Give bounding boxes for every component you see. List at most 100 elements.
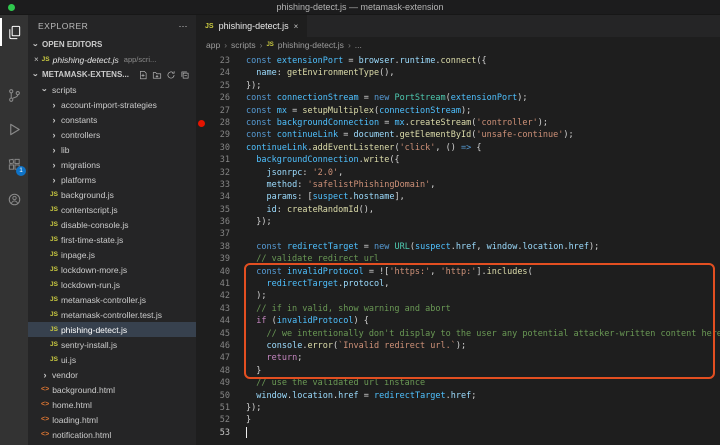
code-line-37[interactable]: 37 bbox=[196, 228, 720, 240]
chevron-right-icon[interactable]: › bbox=[50, 176, 58, 184]
code-line-25[interactable]: 25}); bbox=[196, 80, 720, 92]
new-file-icon[interactable] bbox=[138, 70, 148, 80]
code-line-26[interactable]: 26const connectionStream = new PortStrea… bbox=[196, 92, 720, 104]
tree-file-background.js[interactable]: JSbackground.js bbox=[28, 187, 196, 202]
breakpoint-gutter[interactable] bbox=[196, 67, 206, 79]
window-traffic-light-green[interactable] bbox=[8, 4, 15, 11]
breadcrumb-item[interactable]: app bbox=[206, 40, 220, 50]
tree-folder-scripts[interactable]: ›scripts bbox=[28, 82, 196, 97]
account-icon[interactable] bbox=[0, 185, 28, 213]
tree-file-sentry-install.js[interactable]: JSsentry-install.js bbox=[28, 337, 196, 352]
tree-file-first-time-state.js[interactable]: JSfirst-time-state.js bbox=[28, 232, 196, 247]
code-line-34[interactable]: 34 params: [suspect.hostname], bbox=[196, 191, 720, 203]
code-line-23[interactable]: 23const extensionPort = browser.runtime.… bbox=[196, 55, 720, 67]
code-area[interactable]: 23const extensionPort = browser.runtime.… bbox=[196, 53, 720, 445]
chevron-right-icon[interactable]: › bbox=[50, 101, 58, 109]
breakpoint-gutter[interactable] bbox=[196, 92, 206, 104]
breadcrumb-item[interactable]: scripts bbox=[231, 40, 256, 50]
breakpoint-gutter[interactable] bbox=[196, 365, 206, 377]
breakpoint-gutter[interactable] bbox=[196, 340, 206, 352]
code-line-38[interactable]: 38 const redirectTarget = new URL(suspec… bbox=[196, 241, 720, 253]
breakpoint-gutter[interactable] bbox=[196, 241, 206, 253]
breakpoint-gutter[interactable] bbox=[196, 179, 206, 191]
code-line-43[interactable]: 43 // if in valid, show warning and abor… bbox=[196, 303, 720, 315]
breakpoint-gutter[interactable] bbox=[196, 402, 206, 414]
breakpoint-gutter[interactable] bbox=[196, 55, 206, 67]
breadcrumb-item[interactable]: ... bbox=[355, 40, 362, 50]
code-line-53[interactable]: 53 bbox=[196, 427, 720, 439]
breakpoint-gutter[interactable] bbox=[196, 303, 206, 315]
breakpoint-gutter[interactable] bbox=[196, 216, 206, 228]
chevron-right-icon[interactable]: › bbox=[41, 371, 49, 379]
close-icon[interactable]: × bbox=[294, 22, 299, 31]
code-line-32[interactable]: 32 jsonrpc: '2.0', bbox=[196, 167, 720, 179]
code-line-42[interactable]: 42 ); bbox=[196, 290, 720, 302]
breakpoint-gutter[interactable] bbox=[196, 228, 206, 240]
breakpoint-gutter[interactable] bbox=[196, 129, 206, 141]
breakpoint-gutter[interactable] bbox=[196, 154, 206, 166]
tree-file-disable-console.js[interactable]: JSdisable-console.js bbox=[28, 217, 196, 232]
code-line-31[interactable]: 31 backgroundConnection.write({ bbox=[196, 154, 720, 166]
tree-folder-constants[interactable]: ›constants bbox=[28, 112, 196, 127]
breakpoint-gutter[interactable] bbox=[196, 253, 206, 265]
breakpoint-gutter[interactable] bbox=[196, 105, 206, 117]
chevron-right-icon[interactable]: › bbox=[50, 116, 58, 124]
tree-folder-lib[interactable]: ›lib bbox=[28, 142, 196, 157]
tree-file-notification.html[interactable]: <>notification.html bbox=[28, 427, 196, 442]
tree-folder-vendor[interactable]: ›vendor bbox=[28, 367, 196, 382]
tree-file-contentscript.js[interactable]: JScontentscript.js bbox=[28, 202, 196, 217]
breakpoint-gutter[interactable] bbox=[196, 204, 206, 216]
code-line-48[interactable]: 48 } bbox=[196, 365, 720, 377]
chevron-right-icon[interactable]: › bbox=[50, 146, 58, 154]
chevron-right-icon[interactable]: › bbox=[50, 161, 58, 169]
open-editors-section[interactable]: › OPEN EDITORS bbox=[28, 37, 196, 52]
breakpoint-gutter[interactable] bbox=[196, 328, 206, 340]
code-line-39[interactable]: 39 // validate redirect url bbox=[196, 253, 720, 265]
code-line-49[interactable]: 49 // use the validated url instance bbox=[196, 377, 720, 389]
breakpoint-gutter[interactable] bbox=[196, 414, 206, 426]
tree-folder-migrations[interactable]: ›migrations bbox=[28, 157, 196, 172]
extensions-icon[interactable]: 1 bbox=[0, 150, 28, 178]
code-line-52[interactable]: 52} bbox=[196, 414, 720, 426]
code-line-24[interactable]: 24 name: getEnvironmentType(), bbox=[196, 67, 720, 79]
tree-folder-account-import-strategies[interactable]: ›account-import-strategies bbox=[28, 97, 196, 112]
code-line-46[interactable]: 46 console.error(`Invalid redirect url.`… bbox=[196, 340, 720, 352]
source-control-icon[interactable] bbox=[0, 81, 28, 109]
code-line-29[interactable]: 29const continueLink = document.getEleme… bbox=[196, 129, 720, 141]
tree-file-background.html[interactable]: <>background.html bbox=[28, 382, 196, 397]
breakpoint-gutter[interactable] bbox=[196, 390, 206, 402]
close-icon[interactable]: × bbox=[34, 55, 39, 64]
breakpoint-gutter[interactable] bbox=[196, 315, 206, 327]
breakpoint-gutter[interactable] bbox=[196, 142, 206, 154]
breakpoint-gutter[interactable] bbox=[196, 278, 206, 290]
breakpoint-gutter[interactable] bbox=[196, 191, 206, 203]
new-folder-icon[interactable] bbox=[152, 70, 162, 80]
code-line-30[interactable]: 30continueLink.addEventListener('click',… bbox=[196, 142, 720, 154]
code-line-51[interactable]: 51}); bbox=[196, 402, 720, 414]
tree-file-inpage.js[interactable]: JSinpage.js bbox=[28, 247, 196, 262]
run-debug-icon[interactable] bbox=[0, 115, 28, 143]
code-line-35[interactable]: 35 id: createRandomId(), bbox=[196, 204, 720, 216]
refresh-icon[interactable] bbox=[166, 70, 176, 80]
tree-file-lockdown-more.js[interactable]: JSlockdown-more.js bbox=[28, 262, 196, 277]
chevron-right-icon[interactable]: › bbox=[50, 131, 58, 139]
chevron-down-icon[interactable]: › bbox=[41, 86, 49, 94]
tree-folder-platforms[interactable]: ›platforms bbox=[28, 172, 196, 187]
code-line-47[interactable]: 47 return; bbox=[196, 352, 720, 364]
tree-file-metamask-controller.test.js[interactable]: JSmetamask-controller.test.js bbox=[28, 307, 196, 322]
breadcrumb-item[interactable]: phishing-detect.js bbox=[278, 40, 344, 50]
breakpoint-gutter[interactable] bbox=[196, 80, 206, 92]
explorer-icon[interactable] bbox=[0, 18, 28, 46]
tab-phishing-detect[interactable]: JS phishing-detect.js × bbox=[196, 15, 307, 37]
more-actions-icon[interactable]: ⋯ bbox=[179, 21, 189, 32]
code-line-36[interactable]: 36 }); bbox=[196, 216, 720, 228]
collapse-all-icon[interactable] bbox=[180, 70, 190, 80]
breakpoint-gutter[interactable] bbox=[196, 167, 206, 179]
tree-file-ui.js[interactable]: JSui.js bbox=[28, 352, 196, 367]
chevron-down-icon[interactable]: › bbox=[32, 41, 40, 49]
tree-folder-controllers[interactable]: ›controllers bbox=[28, 127, 196, 142]
breakpoint-gutter[interactable] bbox=[196, 352, 206, 364]
tree-file-phishing-detect.js[interactable]: JSphishing-detect.js bbox=[28, 322, 196, 337]
code-line-44[interactable]: 44 if (invalidProtocol) { bbox=[196, 315, 720, 327]
chevron-down-icon[interactable]: › bbox=[32, 71, 40, 79]
